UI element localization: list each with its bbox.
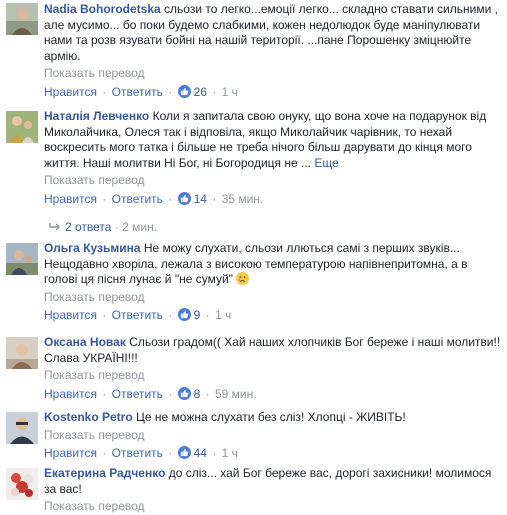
replies-summary: 2 ответа · 2 мин.: [49, 220, 157, 234]
timestamp[interactable]: 59 мин.: [215, 387, 257, 401]
avatar[interactable]: [6, 111, 38, 143]
author-name[interactable]: Kostenko Petro: [44, 410, 133, 424]
like-count[interactable]: 14: [194, 192, 207, 206]
comment: Наталія Левченко Коли я запитала свою он…: [0, 109, 507, 215]
comment-actions: Нравится · Ответить · 14 · 35 мин.: [44, 191, 264, 206]
see-more-link[interactable]: Еще: [314, 156, 338, 170]
avatar[interactable]: [6, 337, 38, 369]
show-translation-link[interactable]: Показать перевод: [44, 66, 501, 82]
like-link[interactable]: Нравится: [44, 85, 97, 99]
timestamp[interactable]: 1 ч: [222, 85, 238, 99]
comment-actions: Нравится · Ответить · 44 · 1 ч: [44, 446, 238, 460]
show-translation-link[interactable]: Показать перевод: [44, 428, 501, 444]
view-replies-link[interactable]: 2 ответа: [65, 220, 111, 234]
timestamp[interactable]: 35 мин.: [222, 192, 264, 206]
author-name[interactable]: Ольга Кузьмина: [44, 241, 141, 255]
comment-text: Це не можна слухати без сліз! Хлопці - Ж…: [136, 410, 406, 424]
like-count[interactable]: 9: [194, 308, 201, 322]
comment-actions: Нравится · Ответить · 9 · 1 ч: [44, 308, 232, 322]
comment-actions: Нравится · Ответить · 26 · 1 ч: [44, 84, 238, 99]
like-link[interactable]: Нравится: [44, 387, 97, 401]
show-translation-link[interactable]: Показать перевод: [44, 499, 501, 515]
thumbs-up-icon: [177, 386, 191, 400]
author-name[interactable]: Nadia Bohorodetska: [44, 2, 161, 16]
comment: Ольга Кузьмина Не можу слухати, сльози л…: [0, 241, 507, 327]
avatar[interactable]: [6, 243, 38, 275]
author-name[interactable]: Оксана Новак: [44, 335, 126, 349]
comment: Оксана Новак Сльози градом(( Хай наших х…: [0, 335, 507, 405]
reply-link[interactable]: Ответить: [112, 85, 163, 99]
reply-link[interactable]: Ответить: [112, 308, 163, 322]
reply-link[interactable]: Ответить: [112, 192, 163, 206]
crying-face-icon: [236, 272, 250, 285]
thumbs-up-icon: [177, 446, 191, 459]
avatar[interactable]: [6, 3, 38, 35]
like-count[interactable]: 44: [194, 446, 207, 460]
comment: Nadia Bohorodetska сльози то легко...емо…: [0, 2, 507, 100]
thumbs-up-icon: [177, 308, 191, 321]
comment: Kostenko Petro Це не можна слухати без с…: [0, 410, 507, 465]
show-translation-link[interactable]: Показать перевод: [44, 173, 501, 189]
show-translation-link[interactable]: Показать перевод: [44, 368, 501, 384]
author-name[interactable]: Екатерина Радченко: [44, 466, 165, 480]
reply-arrow-icon: [49, 220, 61, 234]
thumbs-up-icon: [177, 84, 191, 98]
author-name[interactable]: Наталія Левченко: [44, 109, 149, 123]
reply-link[interactable]: Ответить: [112, 446, 163, 460]
avatar[interactable]: [6, 468, 38, 500]
like-link[interactable]: Нравится: [44, 446, 97, 460]
thumbs-up-icon: [177, 191, 191, 205]
like-link[interactable]: Нравится: [44, 192, 97, 206]
comment: Екатерина Радченко до сліз... хай Бог бе…: [0, 466, 507, 514]
comment-actions: Нравится · Ответить · 8 · 59 мин.: [44, 386, 257, 401]
like-count[interactable]: 26: [194, 85, 207, 99]
timestamp[interactable]: 1 ч: [222, 446, 238, 460]
show-translation-link[interactable]: Показать перевод: [44, 290, 501, 306]
like-count[interactable]: 8: [194, 387, 201, 401]
reply-link[interactable]: Ответить: [112, 387, 163, 401]
like-link[interactable]: Нравится: [44, 308, 97, 322]
timestamp[interactable]: 1 ч: [215, 308, 231, 322]
timestamp[interactable]: 2 мин.: [122, 220, 157, 234]
avatar[interactable]: [6, 412, 38, 444]
